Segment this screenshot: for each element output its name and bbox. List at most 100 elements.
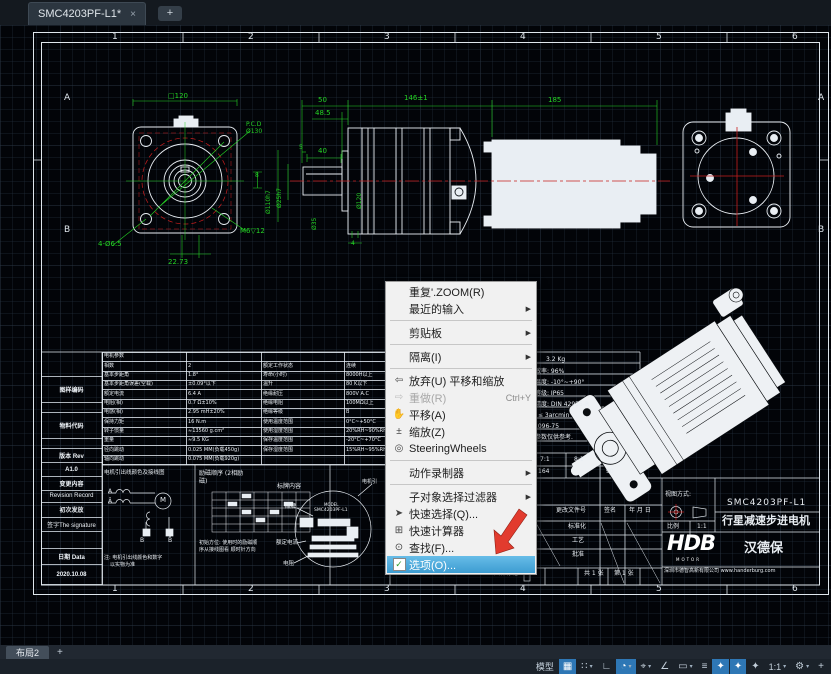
annotation-autoscale-toggle[interactable]: ✦ [730,659,746,674]
annotation-scale-value[interactable]: 1:1▾ [765,659,791,674]
drawing-annotation: Ā [108,499,112,505]
dynamic-input-toggle[interactable]: ▭▾ [674,659,696,674]
menu-item-quick-calculator[interactable]: ⊞快速计算器 [387,522,535,539]
table-cell: 16 N.m [187,418,262,427]
menu-item-label: 平移(A) [409,407,531,423]
drawing-annotation: 注: 电机引出线颜色和数字 [104,556,162,561]
menu-item-label: 子对象选择过滤器 [409,489,522,505]
menu-item-pan[interactable]: ✋平移(A) [387,406,535,423]
back-view-centerlines [690,127,784,226]
drawing-annotation: 标牌内容 [277,484,301,490]
drawing-annotation: 效率: 96% [535,369,564,375]
drawing-annotation: 共 1 张 [584,571,604,577]
drawing-annotation: 2 [248,585,254,594]
drawing-annotation: 2 [248,33,254,42]
menu-item-label: 缩放(Z) [409,424,531,440]
menu-item-find[interactable]: ⊙查找(F)... [387,539,535,556]
annotation-scale-value-dropdown-icon[interactable]: ▾ [783,663,786,670]
lineweight-toggle[interactable]: ≡ [698,659,712,674]
menu-item-undo-pan-zoom[interactable]: ⇦放弃(U) 平移和缩放 [387,372,535,389]
drawing-annotation: 视图方式: [665,492,691,498]
object-snap-toggle[interactable]: ⌖▾ [637,659,656,674]
grid-display-toggle[interactable]: ▦ [559,659,576,674]
submenu-arrow-icon: ▶ [526,353,531,361]
table-cell: 基本步距角 [103,371,187,380]
document-tab-bar: SMC4203PF-L1* × + [0,0,831,25]
new-tab-button[interactable]: + [158,6,182,21]
drawing-annotation: 汉德保 [744,542,783,555]
customize-button[interactable]: + [814,659,828,674]
redo-icon: ⇨ [389,392,409,403]
table-cell: 电阻(相) [103,399,187,408]
drawing-annotation: 精度: DIN 42955-R [535,402,589,408]
drawing-annotation: 温度: -10°~+90° [535,380,584,386]
table-cell: 0.075 MM(负载920g) [187,455,262,464]
drawing-annotation: 第 1 张 [614,571,634,577]
menu-item-steering-wheels[interactable]: ◎SteeringWheels [387,440,535,457]
drawing-annotation: Ø130 [246,129,262,135]
drawing-annotation: MOTOR [676,558,701,562]
angle-snap-toggle[interactable]: ∠ [656,659,673,674]
menu-item-options[interactable]: ✓选项(O)... [387,556,535,573]
menu-item-label: 查找(F)... [409,540,531,556]
drawing-annotation: B [818,226,824,235]
snap-mode-toggle[interactable]: ∷▾ [577,659,596,674]
drawing-annotation: 1:1 [697,524,707,530]
table-cell [262,353,345,362]
menu-item-redo: ⇨重做(R)Ctrl+Y [387,389,535,406]
object-snap-toggle-dropdown-icon[interactable]: ▾ [648,663,651,670]
revision-cell: 物料代码 [41,413,102,438]
back-view [683,109,790,227]
revision-cell: 签字The signature [41,518,102,532]
menu-item-isolate[interactable]: 隔离(I) ▶ [387,348,535,365]
menu-separator [390,320,532,321]
revision-cell: 版本 Rev [41,449,102,463]
menu-item-quick-select[interactable]: ➤快速选择(Q)... [387,505,535,522]
drawing-annotation: Ø110h7 [266,190,272,214]
workspace-settings-dropdown-icon[interactable]: ▾ [806,663,809,670]
polar-tracking-toggle-dropdown-icon[interactable]: ▾ [629,663,632,670]
submenu-arrow-icon: ▶ [526,493,531,501]
drawing-annotation: 90 [606,469,614,475]
workspace-settings[interactable]: ⚙▾ [791,659,813,674]
workspace-settings-icon: ⚙ [795,661,804,672]
menu-item-subobject-filter[interactable]: 子对象选择过滤器 ▶ [387,488,535,505]
menu-item-repeat-zoom[interactable]: 重复'.ZOOM(R) [387,283,535,300]
snap-mode-toggle-dropdown-icon[interactable]: ▾ [590,663,593,670]
drawing-annotation: B̄ [168,538,172,544]
drawing-annotation: 更改文件号 [556,508,586,514]
table-cell: ≈13560 g.cm² [187,427,262,436]
table-cell: 基本步距角误差(空载) [103,380,187,389]
revision-cell [41,532,102,549]
drawing-annotation: 4-Ø6.5 [98,241,122,248]
annotation-scale-icon[interactable]: ✦ [747,659,763,674]
model-space-button[interactable]: 模型 [532,659,558,674]
drawing-annotation: 6 [792,585,798,594]
drawing-annotation: 146±1 [404,95,428,102]
dynamic-input-toggle-dropdown-icon[interactable]: ▾ [690,663,693,670]
table-cell: 寿命(小时) [262,371,345,380]
drawing-annotation: 8:1 [574,457,584,463]
menu-item-label: 快速计算器 [409,523,531,539]
menu-item-label: 隔离(I) [409,349,522,365]
ortho-mode-toggle[interactable]: ∟ [598,659,616,674]
menu-item-zoom[interactable]: ±缩放(Z) [387,423,535,440]
menu-item-clipboard[interactable]: 剪贴板▶ [387,324,535,341]
drawing-annotation: 4 [520,33,526,42]
projection-symbol-crosshair [668,504,684,520]
menu-item-action-recorder[interactable]: 动作录制器▶ [387,464,535,481]
drawing-annotation: SMC4203PF-L1 [314,509,348,514]
annotation-visibility-toggle[interactable]: ✦ [712,659,728,674]
revision-cell [41,439,102,449]
layout-tab[interactable]: 布局2 [6,646,49,659]
close-tab-icon[interactable]: × [130,9,136,20]
pan-icon: ✋ [389,409,409,420]
menu-item-label: 重做(R) [409,390,501,406]
table-cell: 0.7 Ω±10% [187,399,262,408]
drawing-annotation: 164 [538,469,549,475]
polar-tracking-toggle[interactable]: ◔▾ [616,659,635,674]
document-tab[interactable]: SMC4203PF-L1* × [28,2,146,25]
menu-item-recent-input[interactable]: 最近的输入▶ [387,300,535,317]
quick-select-icon: ➤ [389,508,409,519]
new-layout-button[interactable]: + [57,647,63,658]
